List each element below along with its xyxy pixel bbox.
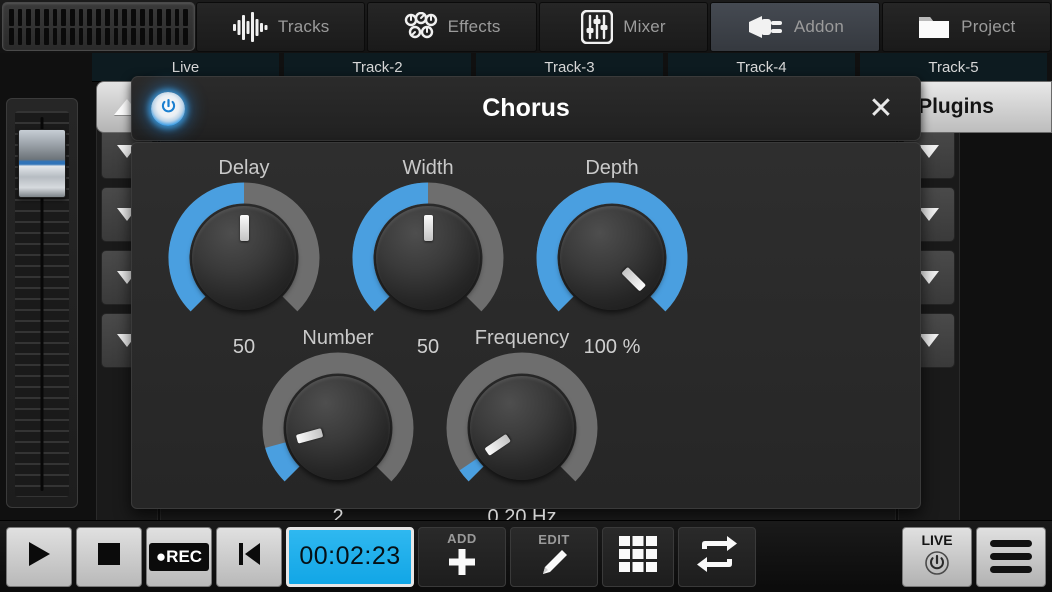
grid-button[interactable] bbox=[602, 527, 674, 587]
tab-label: Effects bbox=[448, 17, 501, 37]
plugins-label: Plugins bbox=[918, 95, 994, 119]
stop-button[interactable] bbox=[76, 527, 142, 587]
tab-addon[interactable]: Addon bbox=[710, 2, 879, 52]
top-tab-bar: Tracks Effects bbox=[0, 0, 1052, 53]
vu-meter bbox=[2, 2, 195, 51]
knob-cap bbox=[192, 206, 296, 310]
power-toggle-button[interactable] bbox=[151, 92, 185, 126]
knob-indicator bbox=[295, 428, 322, 444]
live-button[interactable]: LIVE bbox=[902, 527, 972, 587]
edit-button[interactable]: EDIT bbox=[510, 527, 598, 587]
knob-label: Width bbox=[352, 157, 504, 180]
knob-indicator bbox=[621, 267, 646, 292]
knob-indicator bbox=[240, 215, 249, 241]
chevron-down-icon bbox=[919, 145, 939, 158]
stop-icon bbox=[96, 541, 122, 572]
menu-icon bbox=[990, 540, 1032, 547]
tab-label: Tracks bbox=[278, 17, 330, 37]
menu-icon bbox=[990, 553, 1032, 560]
add-label: ADD bbox=[447, 531, 477, 546]
add-button[interactable]: ADD bbox=[418, 527, 506, 587]
knob-control-depth[interactable] bbox=[536, 182, 688, 334]
knob-control-frequency[interactable] bbox=[446, 352, 598, 504]
knob-number: Number2 bbox=[262, 327, 414, 529]
tab-label: Addon bbox=[794, 17, 844, 37]
knob-cap bbox=[470, 376, 574, 480]
play-button[interactable] bbox=[6, 527, 72, 587]
knob-label: Number bbox=[262, 327, 414, 350]
knob-cap bbox=[560, 206, 664, 310]
loop-icon bbox=[694, 535, 740, 578]
tab-label: Mixer bbox=[623, 17, 666, 37]
menu-button[interactable] bbox=[976, 527, 1046, 587]
knob-label: Depth bbox=[536, 157, 688, 180]
knob-frequency: Frequency0.20 Hz bbox=[446, 327, 598, 529]
dialog-title: Chorus bbox=[132, 94, 920, 123]
knob-label: Frequency bbox=[446, 327, 598, 350]
rewind-button[interactable] bbox=[216, 527, 282, 587]
knob-cap bbox=[286, 376, 390, 480]
vu-meter-row-left bbox=[9, 9, 188, 26]
app-root: Tracks Effects bbox=[0, 0, 1052, 592]
record-button[interactable]: ●REC bbox=[146, 527, 212, 587]
record-icon: ●REC bbox=[149, 543, 209, 571]
chevron-down-icon bbox=[919, 208, 939, 221]
power-icon bbox=[924, 550, 950, 581]
plug-icon bbox=[746, 13, 784, 41]
vu-meter-row-right bbox=[9, 28, 188, 45]
chevron-down-icon bbox=[919, 271, 939, 284]
chorus-dialog-header: Chorus ✕ bbox=[131, 76, 921, 141]
tab-label: Project bbox=[961, 17, 1015, 37]
knob-control-width[interactable] bbox=[352, 182, 504, 334]
time-display[interactable]: 00:02:23 bbox=[286, 527, 414, 587]
knob-control-delay[interactable] bbox=[168, 182, 320, 334]
knob-label: Delay bbox=[168, 157, 320, 180]
power-icon bbox=[160, 98, 177, 120]
close-icon[interactable]: ✕ bbox=[864, 92, 898, 126]
tab-mixer[interactable]: Mixer bbox=[539, 2, 708, 52]
menu-icon bbox=[990, 566, 1032, 573]
mixer-sliders-icon bbox=[581, 10, 613, 44]
chevron-down-icon bbox=[919, 334, 939, 347]
knob-control-number[interactable] bbox=[262, 352, 414, 504]
tab-effects[interactable]: Effects bbox=[367, 2, 536, 52]
knobs-cluster-icon bbox=[404, 12, 438, 42]
edit-label: EDIT bbox=[538, 532, 570, 547]
loop-button[interactable] bbox=[678, 527, 756, 587]
rewind-icon bbox=[235, 540, 263, 573]
knob-indicator bbox=[484, 434, 511, 456]
grid-icon bbox=[618, 535, 658, 578]
pencil-icon bbox=[539, 548, 569, 581]
knob-indicator bbox=[424, 215, 433, 241]
chorus-dialog-body: Delay50Width50Depth100 %Number2Frequency… bbox=[131, 142, 921, 509]
play-icon bbox=[26, 540, 52, 573]
tab-tracks[interactable]: Tracks bbox=[196, 2, 365, 52]
folder-icon bbox=[917, 13, 951, 41]
transport-bar: ●REC 00:02:23 ADD EDIT bbox=[0, 520, 1052, 592]
waveform-icon bbox=[232, 12, 268, 42]
knob-cap bbox=[376, 206, 480, 310]
tab-project[interactable]: Project bbox=[882, 2, 1051, 52]
plus-icon bbox=[446, 547, 478, 582]
live-label: LIVE bbox=[921, 532, 952, 548]
